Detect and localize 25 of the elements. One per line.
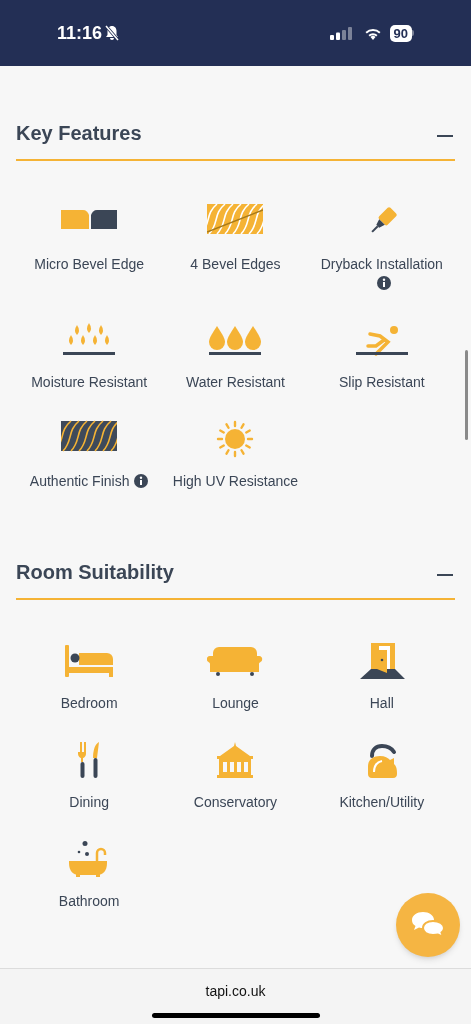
info-icon[interactable] xyxy=(377,276,392,290)
status-time: 11:16 xyxy=(57,21,103,45)
wifi-icon xyxy=(363,26,382,40)
feature-label: Hall xyxy=(369,694,394,713)
feature-label: Authentic Finish xyxy=(21,472,158,491)
battery-icon: 90 xyxy=(389,24,414,42)
feature-label: Kitchen/Utility xyxy=(339,793,425,812)
feature-label: 4 Bevel Edges xyxy=(189,255,282,274)
signal-icon xyxy=(329,26,354,40)
feature-label: Bedroom xyxy=(60,694,118,713)
feature-label: Dryback Installation xyxy=(313,255,450,293)
feature-label: Water Resistant xyxy=(184,373,286,392)
bell-muted-icon xyxy=(105,25,120,41)
feature-label: Dining xyxy=(69,793,109,812)
url-text[interactable]: tapi.co.uk xyxy=(205,981,266,1002)
feature-label: High UV Resistance xyxy=(171,472,300,491)
feature-label: Bathroom xyxy=(58,892,120,911)
section-title: Room Suitability xyxy=(16,560,174,585)
feature-label: Slip Resistant xyxy=(338,373,426,392)
feature-label: Micro Bevel Edge xyxy=(33,255,145,274)
info-icon[interactable] xyxy=(134,474,149,488)
section-title: Key Features xyxy=(16,121,142,146)
feature-label: Moisture Resistant xyxy=(30,373,149,392)
feature-label: Conservatory xyxy=(193,793,278,812)
feature-label: Lounge xyxy=(212,694,259,713)
